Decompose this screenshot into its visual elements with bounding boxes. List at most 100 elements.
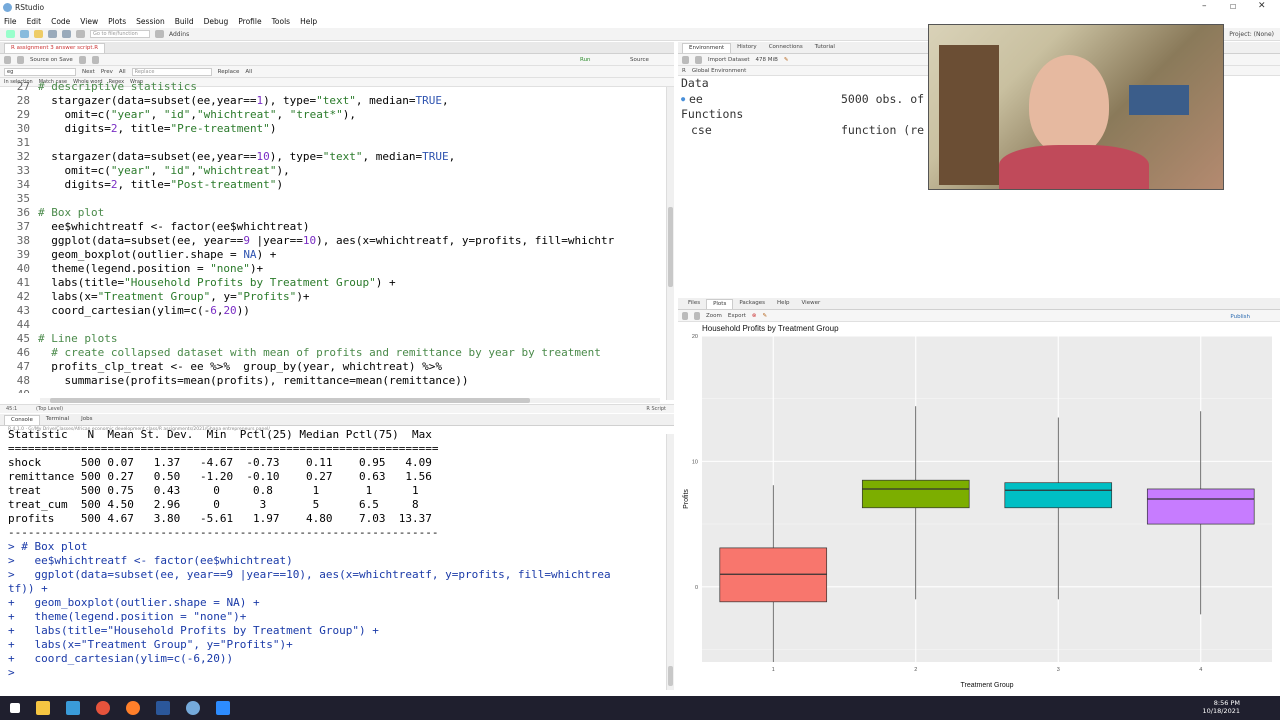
menu-edit[interactable]: Edit: [27, 17, 42, 26]
new-project-icon[interactable]: [20, 30, 29, 38]
code-line: 28 stargazer(data=subset(ee,year==1), ty…: [0, 94, 666, 108]
menu-debug[interactable]: Debug: [204, 17, 229, 26]
search-icon[interactable]: [78, 55, 86, 64]
save-all-icon[interactable]: [62, 30, 71, 38]
edge-icon[interactable]: [66, 701, 80, 715]
menu-session[interactable]: Session: [136, 17, 165, 26]
close-icon[interactable]: ✕: [1258, 1, 1266, 11]
scope-indicator[interactable]: (Top Level): [36, 406, 63, 412]
project-menu[interactable]: Project: (None): [1229, 31, 1274, 38]
maximize-icon[interactable]: ☐: [1230, 3, 1236, 11]
addins-menu[interactable]: Addins: [169, 31, 189, 38]
print-icon[interactable]: [76, 30, 85, 38]
box-3: [1004, 482, 1113, 509]
menu-code[interactable]: Code: [51, 17, 70, 26]
find-input[interactable]: eg: [4, 67, 76, 76]
find-prev-button[interactable]: Prev: [101, 69, 113, 75]
import-dataset-menu[interactable]: Import Dataset: [708, 57, 750, 63]
tab-connections[interactable]: Connections: [763, 43, 809, 53]
console-line: + labs(title="Household Profits by Treat…: [8, 624, 379, 637]
line-number: 44: [16, 318, 30, 331]
menu-view[interactable]: View: [80, 17, 98, 26]
zoom-button[interactable]: Zoom: [706, 313, 722, 319]
remove-plot-icon[interactable]: ⊗: [752, 313, 757, 319]
code-tools-icon[interactable]: [91, 55, 99, 64]
tab-plots[interactable]: Plots: [706, 299, 734, 309]
console-scrollbar[interactable]: [666, 434, 674, 690]
menu-build[interactable]: Build: [175, 17, 194, 26]
tab-source-file[interactable]: R assignment 3 answer script.R: [4, 43, 106, 53]
tab-files[interactable]: Files: [682, 299, 706, 309]
menu-tools[interactable]: Tools: [272, 17, 290, 26]
broom-icon[interactable]: ✎: [784, 57, 789, 63]
source-tabbar: R assignment 3 answer script.R: [0, 42, 674, 54]
new-file-icon[interactable]: [6, 30, 15, 38]
export-menu[interactable]: Export: [728, 313, 746, 319]
menu-help[interactable]: Help: [300, 17, 317, 26]
editor-horizontal-scrollbar[interactable]: [40, 398, 660, 403]
find-all-button[interactable]: All: [119, 69, 126, 75]
source-button[interactable]: Source: [630, 57, 649, 63]
language-selector[interactable]: R: [682, 68, 686, 74]
code-editor[interactable]: 27 # descriptive statistics 28 stargazer(d…: [0, 80, 666, 393]
console-output[interactable]: Statistic N Mean St. Dev. Min Pctl(25) M…: [8, 428, 666, 683]
expand-icon[interactable]: ●: [681, 92, 685, 108]
save-icon[interactable]: [48, 30, 57, 38]
source-on-save-checkbox[interactable]: Source on Save: [30, 57, 73, 63]
load-workspace-icon[interactable]: [682, 55, 689, 64]
goto-file-input[interactable]: Go to file/function: [90, 30, 150, 38]
grid-icon[interactable]: [155, 30, 164, 38]
tab-jobs[interactable]: Jobs: [75, 415, 98, 425]
back-icon[interactable]: [4, 55, 11, 64]
replace-all-button[interactable]: All: [245, 69, 252, 75]
tab-help[interactable]: Help: [771, 299, 796, 309]
editor-vertical-scrollbar[interactable]: [666, 87, 674, 400]
prev-plot-icon[interactable]: [682, 311, 688, 320]
find-next-button[interactable]: Next: [82, 69, 95, 75]
code-text: summarise(profits=mean(profits), remitta…: [38, 374, 469, 387]
tab-environment[interactable]: Environment: [682, 43, 732, 53]
publish-button[interactable]: Publish: [1230, 314, 1250, 320]
y-tick-label: 10: [692, 459, 698, 465]
cursor-position: 45:1: [6, 406, 18, 412]
code-line: 41 labs(title="Household Profits by Trea…: [0, 276, 666, 290]
tab-tutorial[interactable]: Tutorial: [809, 43, 841, 53]
menu-plots[interactable]: Plots: [108, 17, 126, 26]
zoom-app-icon[interactable]: [216, 701, 230, 715]
file-explorer-icon[interactable]: [36, 701, 50, 715]
line-number: 47: [16, 360, 30, 373]
tab-viewer[interactable]: Viewer: [796, 299, 827, 309]
file-type[interactable]: R Script: [646, 406, 666, 412]
window-title: RStudio: [15, 2, 45, 12]
firefox-icon[interactable]: [126, 701, 140, 715]
environment-scope-menu[interactable]: Global Environment: [692, 68, 746, 74]
clear-plots-icon[interactable]: ✎: [762, 313, 767, 319]
tab-console[interactable]: Console: [4, 415, 40, 425]
next-plot-icon[interactable]: [694, 311, 700, 320]
console-line: tf)) +: [8, 582, 48, 595]
code-line: 38 ggplot(data=subset(ee, year==9 |year=…: [0, 234, 666, 248]
editor-status-bar: 45:1 (Top Level) R Script: [0, 404, 674, 413]
system-clock[interactable]: 8:56 PM 10/18/2021: [1203, 699, 1240, 715]
rstudio-taskbar-icon[interactable]: [186, 701, 200, 715]
box-1: [719, 547, 828, 603]
code-line: 42 labs(x="Treatment Group", y="Profits"…: [0, 290, 666, 304]
replace-input[interactable]: Replace: [131, 67, 212, 76]
menu-file[interactable]: File: [4, 17, 17, 26]
console-pane: Console Terminal Jobs R 4.1.0 · G:/My Driv…: [0, 414, 674, 690]
line-number: 34: [16, 178, 30, 191]
save-icon[interactable]: [17, 55, 24, 64]
tab-terminal[interactable]: Terminal: [40, 415, 75, 425]
memory-usage[interactable]: 478 MiB: [756, 57, 778, 63]
open-file-icon[interactable]: [34, 30, 43, 38]
menu-profile[interactable]: Profile: [238, 17, 261, 26]
save-workspace-icon[interactable]: [695, 55, 702, 64]
windows-start-icon[interactable]: [10, 703, 20, 713]
tab-packages[interactable]: Packages: [733, 299, 771, 309]
tab-history[interactable]: History: [731, 43, 763, 53]
chrome-icon[interactable]: [96, 701, 110, 715]
word-icon[interactable]: [156, 701, 170, 715]
minimize-icon[interactable]: –: [1202, 1, 1207, 11]
run-button[interactable]: Run: [580, 57, 591, 63]
replace-button[interactable]: Replace: [218, 69, 240, 75]
